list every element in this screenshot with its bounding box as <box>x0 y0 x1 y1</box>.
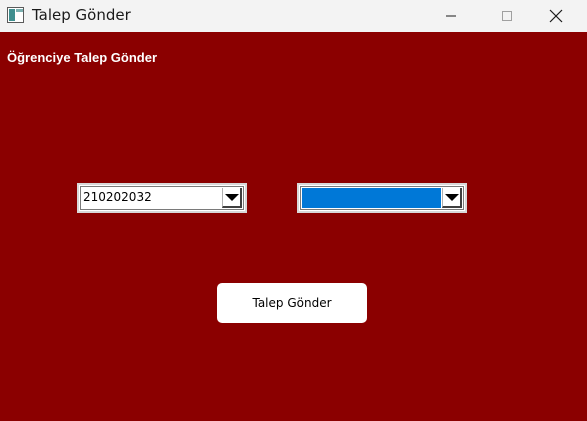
close-button[interactable] <box>533 0 579 32</box>
minimize-icon <box>446 15 456 17</box>
maximize-icon <box>502 11 512 21</box>
close-icon <box>549 9 563 23</box>
title-bar: Talep Gönder <box>0 0 587 32</box>
page-heading: Öğrenciye Talep Gönder <box>7 50 158 65</box>
app-window-icon <box>7 7 24 23</box>
window-title: Talep Gönder <box>32 6 131 24</box>
maximize-button[interactable] <box>484 0 530 32</box>
request-combobox[interactable] <box>297 183 467 213</box>
student-combobox-value: 210202032 <box>83 190 152 204</box>
student-dropdown-button[interactable] <box>222 188 242 208</box>
request-combobox-selection <box>302 188 441 208</box>
main-panel: Öğrenciye Talep Gönder 210202032 Talep G… <box>0 32 587 421</box>
minimize-button[interactable] <box>428 0 474 32</box>
chevron-down-icon <box>224 193 239 201</box>
request-dropdown-button[interactable] <box>442 188 462 208</box>
chevron-down-icon <box>444 193 459 201</box>
student-combobox[interactable]: 210202032 <box>77 183 247 213</box>
send-request-button[interactable]: Talep Gönder <box>217 283 367 323</box>
